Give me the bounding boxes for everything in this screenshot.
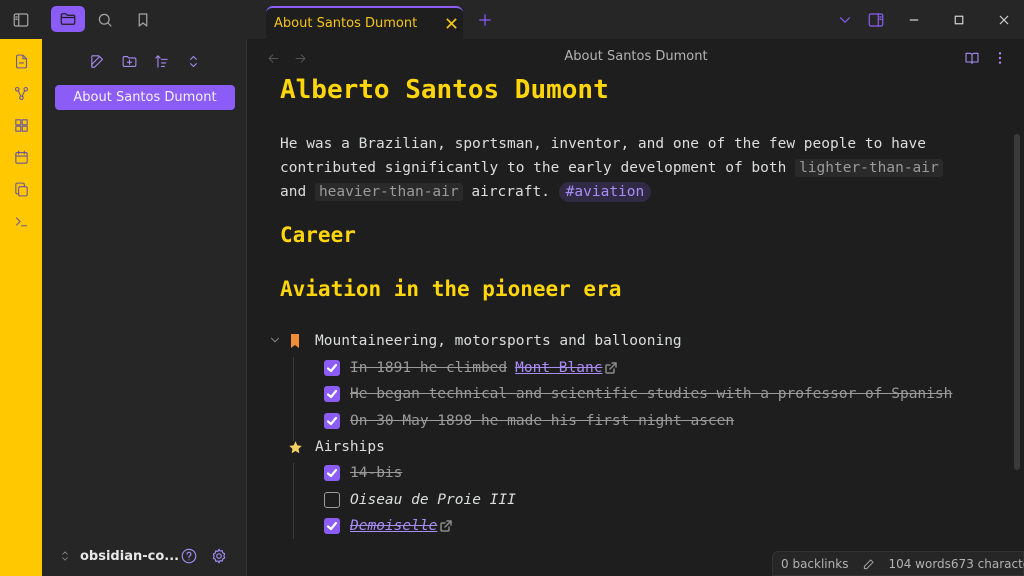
task-checkbox[interactable] <box>324 360 340 376</box>
sort-icon[interactable] <box>151 51 171 71</box>
task-item: 14-bis <box>324 462 402 484</box>
collapse-icon[interactable] <box>183 51 203 71</box>
inline-code: lighter-than-air <box>795 159 943 177</box>
bookmark-marker-icon <box>288 333 302 349</box>
task-text: On 30 May 1898 he made his first night a… <box>350 413 735 429</box>
task-item: He began technical and scientific studie… <box>324 383 952 405</box>
file-item-about-santos-dumont[interactable]: About Santos Dumont <box>55 85 235 110</box>
status-bar: 0 backlinks 104 words 673 characters <box>772 551 1024 576</box>
inline-code: heavier-than-air <box>314 183 463 201</box>
new-tab-icon[interactable] <box>474 9 496 31</box>
task-checkbox[interactable] <box>324 465 340 481</box>
paragraph-text: aircraft. <box>471 184 550 200</box>
close-icon[interactable] <box>990 9 1018 31</box>
word-count: 104 words <box>888 556 951 571</box>
view-header-title[interactable]: About Santos Dumont <box>248 49 1024 64</box>
note-title-heading: Alberto Santos Dumont <box>280 75 609 105</box>
edit-pencil-icon[interactable] <box>862 557 876 571</box>
task-text: 14-bis <box>350 465 403 481</box>
ribbon <box>0 39 42 576</box>
list-item-text: Mountaineering, motorsports and ballooni… <box>315 333 682 349</box>
close-tab-icon[interactable] <box>439 12 463 36</box>
minimize-icon[interactable] <box>900 9 928 31</box>
indent-guide <box>293 463 294 539</box>
task-item: Oiseau de Proie III <box>324 489 516 511</box>
tab-about-santos-dumont[interactable]: About Santos Dumont <box>266 6 463 39</box>
list-item: Mountaineering, motorsports and ballooni… <box>288 330 682 352</box>
intro-paragraph: He was a Brazilian, sportsman, inventor,… <box>280 132 970 204</box>
vault-chevron-icon <box>58 549 72 563</box>
heading-aviation-pioneer-era: Aviation in the pioneer era <box>280 277 622 301</box>
help-icon[interactable] <box>180 547 198 565</box>
more-options-icon[interactable] <box>990 48 1010 68</box>
list-item: Airships <box>288 436 385 458</box>
settings-gear-icon[interactable] <box>210 547 228 565</box>
graph-icon[interactable] <box>11 83 31 103</box>
tab-list-chevron-icon[interactable] <box>834 9 856 31</box>
file-plus-icon[interactable] <box>11 51 31 71</box>
task-item: On 30 May 1898 he made his first night a… <box>324 410 734 432</box>
vault-switcher[interactable]: obsidian-co... <box>58 545 238 567</box>
task-item: In 1891 he climbed Mont Blanc <box>324 357 618 379</box>
backlinks-count[interactable]: 0 backlinks <box>781 557 848 571</box>
task-checkbox[interactable] <box>324 518 340 534</box>
character-count: 673 characters <box>950 556 1024 571</box>
task-checkbox[interactable] <box>324 413 340 429</box>
title-bar: About Santos Dumont <box>0 0 1024 39</box>
task-text: Oiseau de Proie III <box>350 492 516 508</box>
sidebar-toggle-icon[interactable] <box>10 9 32 31</box>
maximize-icon[interactable] <box>945 9 973 31</box>
bookmark-icon[interactable] <box>132 9 154 31</box>
terminal-icon[interactable] <box>11 211 31 231</box>
external-link-icon <box>440 520 453 532</box>
search-icon[interactable] <box>94 9 116 31</box>
tag-aviation[interactable]: #aviation <box>558 182 652 202</box>
canvas-icon[interactable] <box>11 115 31 135</box>
task-checkbox[interactable] <box>324 386 340 402</box>
task-item: Demoiselle <box>324 515 453 537</box>
vault-name: obsidian-co... <box>80 548 180 564</box>
external-link-icon <box>605 362 618 374</box>
editor-view: About Santos Dumont Alberto Santos Dumon… <box>248 39 1024 576</box>
paragraph-text: and <box>280 184 307 200</box>
scrollbar-thumb[interactable] <box>1014 134 1020 470</box>
new-folder-icon[interactable] <box>119 51 139 71</box>
task-text: He began technical and scientific studie… <box>350 386 953 402</box>
tab-title: About Santos Dumont <box>274 16 418 31</box>
external-link-demoiselle[interactable]: Demoiselle <box>350 518 437 534</box>
star-icon <box>288 440 303 455</box>
calendar-icon[interactable] <box>11 147 31 167</box>
task-text: In 1891 he climbed <box>350 360 508 376</box>
list-item-text: Airships <box>315 439 385 455</box>
indent-guide <box>293 357 294 441</box>
external-link-mont-blanc[interactable]: Mont Blanc <box>515 360 602 376</box>
reading-view-book-icon[interactable] <box>962 48 982 68</box>
heading-career: Career <box>280 223 356 247</box>
task-checkbox[interactable] <box>324 492 340 508</box>
right-sidebar-toggle-icon[interactable] <box>865 9 887 31</box>
copy-icon[interactable] <box>11 179 31 199</box>
new-note-icon[interactable] <box>87 51 107 71</box>
fold-chevron-down-icon[interactable] <box>268 333 282 347</box>
file-explorer: About Santos Dumont obsidian-co... <box>42 39 247 576</box>
files-folder-icon[interactable] <box>51 6 85 32</box>
